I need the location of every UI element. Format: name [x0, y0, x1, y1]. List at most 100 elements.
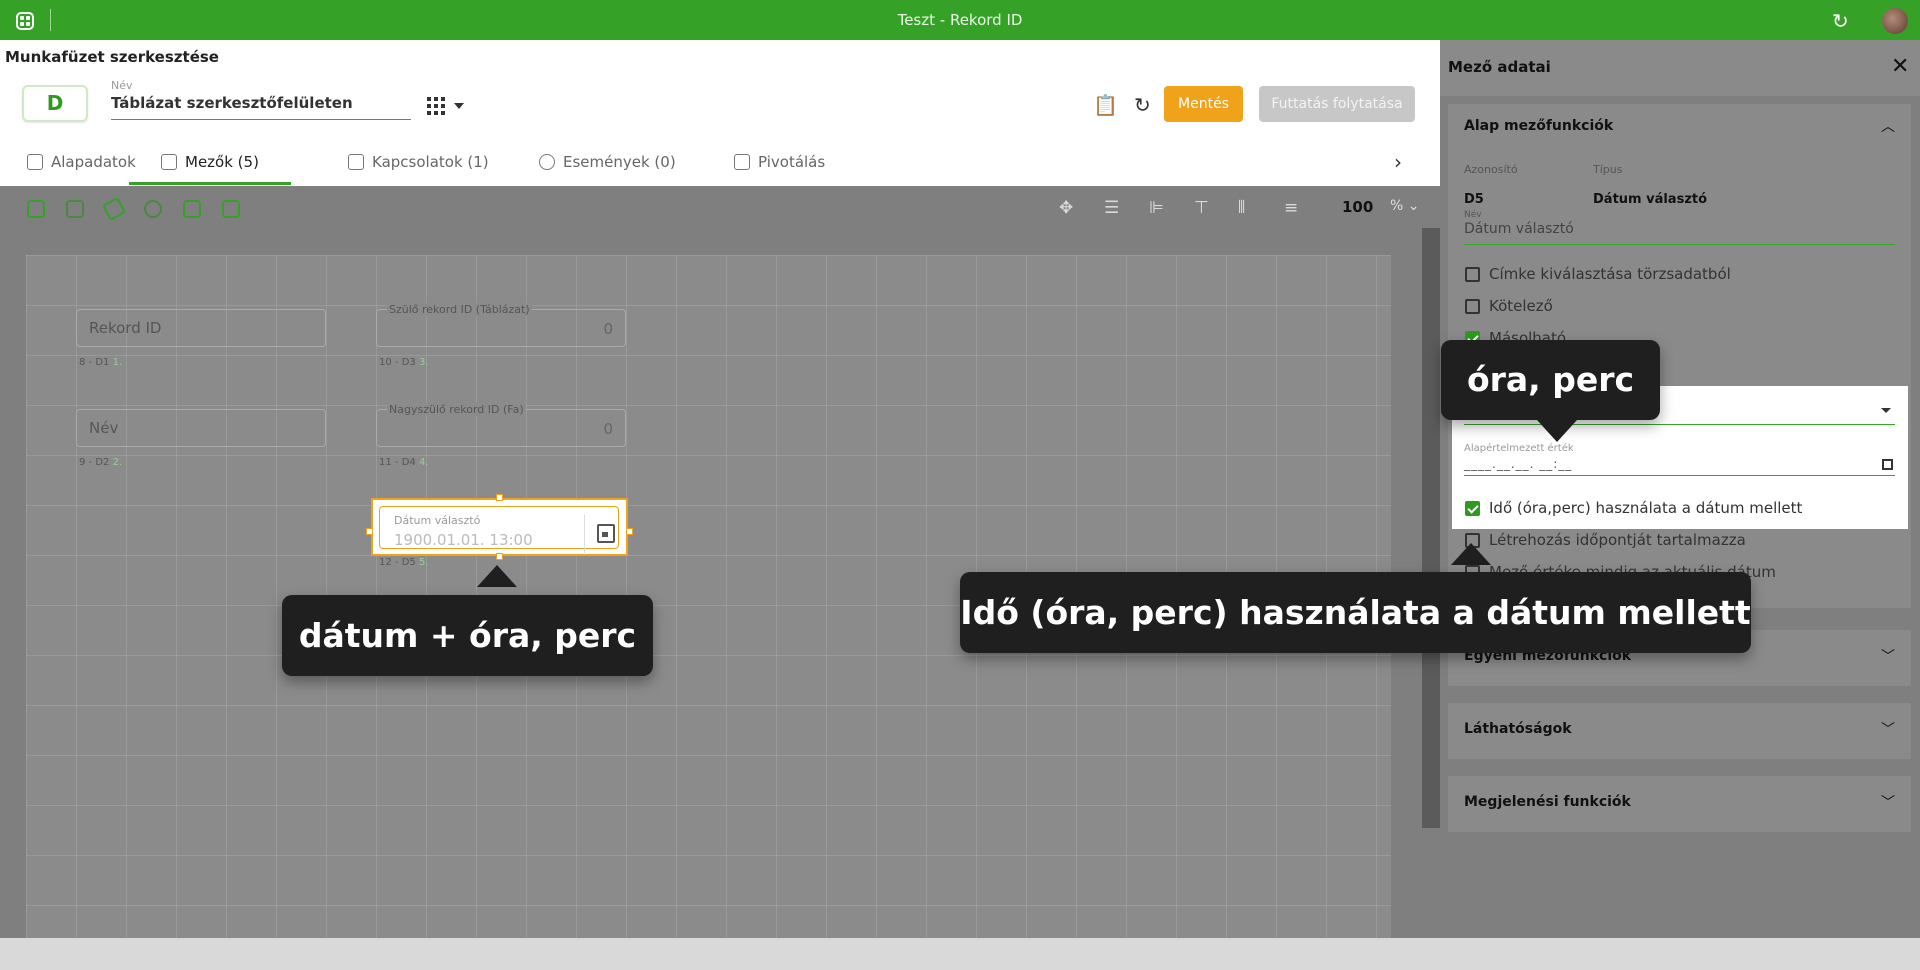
section-title: Megjelenési funkciók — [1464, 794, 1631, 810]
id-value: D5 — [1464, 192, 1484, 207]
chevron-right-icon[interactable]: › — [1394, 150, 1402, 174]
move-icon[interactable]: ✥ — [1059, 198, 1073, 218]
tooltip-datum-ora-perc: dátum + óra, perc — [282, 595, 653, 676]
field-meta-id: 12 - D5 — [379, 557, 416, 568]
tab-label: Alapadatok — [51, 153, 136, 171]
tab-mezok[interactable]: Mezők (5) — [129, 140, 291, 186]
pivot-icon — [734, 154, 750, 170]
section-visibility[interactable]: Láthatóságok ﹀ — [1448, 703, 1911, 759]
field-meta-id: 10 - D3 — [379, 357, 416, 368]
resize-handle-right[interactable] — [626, 528, 633, 535]
field-meta-num: 5. — [418, 557, 429, 568]
close-icon[interactable]: ✕ — [1891, 54, 1909, 79]
tooltip-ido-hasznalata: Idő (óra, perc) használata a dátum melle… — [960, 572, 1751, 653]
tooltip-pointer — [1537, 420, 1577, 442]
id-icon[interactable] — [222, 200, 240, 218]
chevron-down-icon — [1881, 408, 1891, 413]
section-title[interactable]: Alap mezőfunkciók — [1464, 118, 1613, 134]
resize-handle-bottom[interactable] — [496, 553, 503, 560]
panel-name-input[interactable]: Dátum választó — [1464, 221, 1895, 245]
reload-icon[interactable]: ↻ — [1134, 93, 1151, 117]
name-input[interactable]: Táblázat szerkesztőfelületen — [111, 94, 411, 120]
field-legend: Szülő rekord ID (Táblázat) — [387, 303, 532, 316]
tab-esemenyek[interactable]: Események (0) — [539, 140, 676, 186]
align-center-icon[interactable]: ⫴ — [1238, 198, 1245, 218]
required-checkbox[interactable] — [1465, 299, 1480, 314]
refresh-icon[interactable]: ↻ — [1832, 9, 1849, 33]
tab-label: Mezők (5) — [185, 153, 259, 171]
continue-run-button[interactable]: Futtatás folytatása — [1259, 86, 1415, 122]
zoom-value[interactable]: 100 — [1342, 198, 1373, 216]
field-icon — [161, 154, 177, 170]
tooltip-pointer — [477, 565, 517, 587]
tab-label: Események (0) — [563, 153, 676, 171]
resize-handle-top[interactable] — [496, 494, 503, 501]
field-meta-num: 1. — [112, 357, 123, 368]
chevron-down-icon[interactable] — [454, 103, 464, 109]
field-meta-id: 11 - D4 — [379, 457, 416, 468]
field-legend: Nagyszülő rekord ID (Fa) — [387, 403, 526, 416]
timer-icon — [539, 154, 555, 170]
tooltip-pointer — [1451, 543, 1491, 565]
zoom-unit-select[interactable]: % ⌄ — [1390, 198, 1420, 214]
tooltip-ora-perc: óra, perc — [1441, 340, 1660, 420]
date-field-value: 1900.01.01. 13:00 — [394, 531, 533, 549]
distribute-icon[interactable]: ☰ — [1104, 198, 1119, 218]
field-szulo-rekord-id[interactable]: Szülő rekord ID (Táblázat) 0 — [376, 303, 626, 347]
field-meta-id: 9 - D2 — [79, 457, 110, 468]
checkbox-label: Létrehozás időpontját tartalmazza — [1489, 531, 1746, 549]
chevron-down-icon[interactable]: ﹀ — [1881, 792, 1895, 812]
divider — [584, 515, 585, 553]
frame-icon[interactable] — [66, 200, 84, 218]
section-title: Láthatóságok — [1464, 721, 1572, 737]
field-nev[interactable]: Név — [76, 409, 326, 447]
field-meta-num: 2. — [112, 457, 123, 468]
window-title: Teszt - Rekord ID — [897, 11, 1023, 29]
type-label: Típus — [1593, 163, 1623, 176]
field-rekord-id[interactable]: Rekord ID — [76, 309, 326, 347]
tab-alapadatok[interactable]: Alapadatok — [27, 140, 136, 186]
field-meta: 9 - D2 2. — [79, 457, 122, 468]
vertical-scrollbar[interactable] — [1422, 228, 1440, 828]
label-from-master-checkbox[interactable] — [1465, 267, 1480, 282]
section-display[interactable]: Megjelenési funkciók ﹀ — [1448, 776, 1911, 832]
tab-pivotalas[interactable]: Pivotálás — [734, 140, 825, 186]
align-middle-icon[interactable]: ≡ — [1284, 198, 1298, 218]
calendar-icon[interactable] — [597, 524, 615, 543]
default-value-label: Alapértelmezett érték — [1464, 443, 1574, 454]
field-value: Rekord ID — [89, 319, 162, 337]
database-icon — [27, 154, 43, 170]
calendar-icon[interactable] — [1882, 459, 1893, 470]
align-top-icon[interactable]: ⊤ — [1194, 198, 1209, 218]
avatar[interactable] — [1882, 8, 1908, 34]
table-icon[interactable] — [183, 200, 201, 218]
field-meta: 11 - D4 4. — [379, 457, 429, 468]
tab-label: Kapcsolatok (1) — [372, 153, 489, 171]
tab-kapcsolatok[interactable]: Kapcsolatok (1) — [348, 140, 489, 186]
default-value-input[interactable]: ____.__.__. __:__ — [1464, 457, 1895, 476]
field-nagyszulo-rekord-id[interactable]: Nagyszülő rekord ID (Fa) 0 — [376, 403, 626, 447]
page-title: Munkafüzet szerkesztése — [5, 48, 219, 66]
panel-title: Mező adatai — [1448, 58, 1551, 76]
grid-menu-icon[interactable] — [427, 97, 445, 115]
use-time-checkbox[interactable] — [1465, 501, 1480, 516]
align-left-icon[interactable]: ⊫ — [1149, 198, 1164, 218]
tab-label: Pivotálás — [758, 153, 826, 171]
chevron-down-icon[interactable]: ﹀ — [1881, 719, 1895, 739]
save-button[interactable]: Mentés — [1164, 86, 1243, 122]
chevron-up-icon[interactable]: ︿ — [1881, 116, 1895, 136]
checkbox-label: Címke kiválasztása törzsadatból — [1489, 265, 1731, 283]
date-picker-field[interactable]: Dátum választó 1900.01.01. 13:00 — [371, 498, 628, 556]
alert-icon[interactable] — [144, 200, 162, 218]
clipboard-icon[interactable]: 📋 — [1093, 93, 1118, 117]
name-label: Név — [111, 79, 133, 92]
status-bar — [0, 938, 1920, 970]
field-meta: 12 - D5 5. — [379, 557, 429, 568]
type-value: Dátum választó — [1593, 192, 1708, 207]
add-field-icon[interactable] — [27, 200, 45, 218]
chevron-down-icon[interactable]: ﹀ — [1881, 646, 1895, 666]
resize-handle-left[interactable] — [366, 528, 373, 535]
relations-icon — [348, 154, 364, 170]
workbook-badge[interactable]: D — [22, 85, 88, 122]
field-meta-id: 8 - D1 — [79, 357, 110, 368]
